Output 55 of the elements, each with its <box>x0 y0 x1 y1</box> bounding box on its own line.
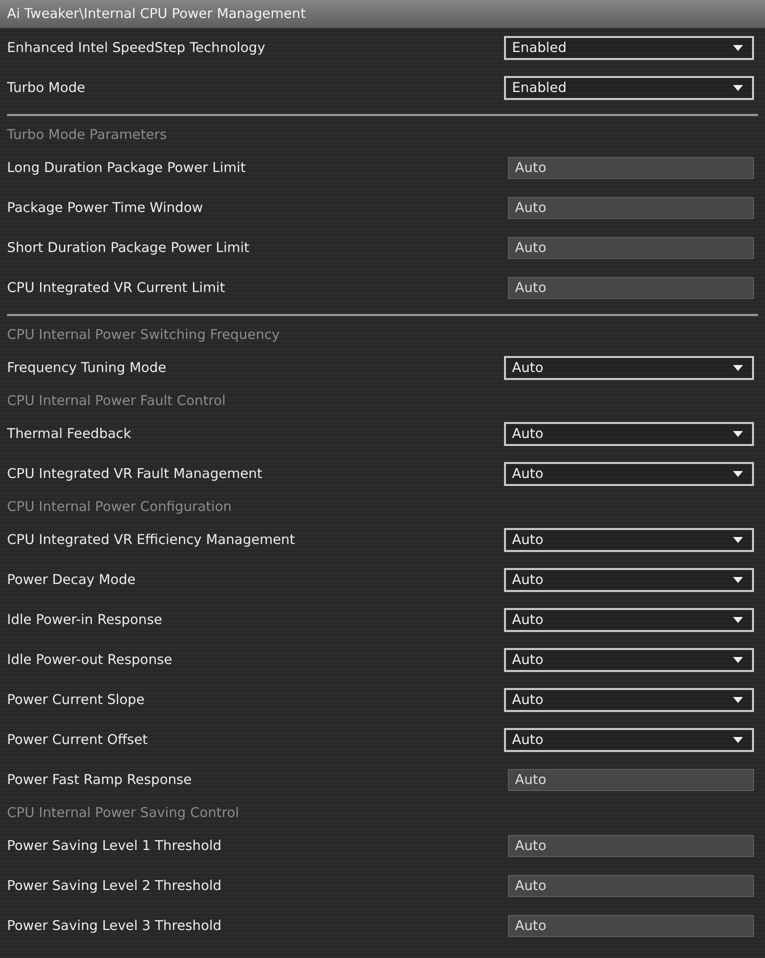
setting-label: Turbo Mode <box>7 80 86 96</box>
value-field[interactable]: Auto <box>508 157 754 179</box>
value-field[interactable]: Auto <box>508 769 754 791</box>
dropdown[interactable]: Auto <box>504 728 754 752</box>
caret-icon <box>733 471 743 477</box>
dropdown[interactable]: Auto <box>504 528 754 552</box>
setting-label: Thermal Feedback <box>7 426 132 442</box>
setting-label: Power Decay Mode <box>7 572 136 588</box>
dropdown[interactable]: Auto <box>504 568 754 592</box>
setting-label: Power Current Offset <box>7 732 148 748</box>
setting-label: CPU Integrated VR Fault Management <box>7 466 262 482</box>
setting-label: Package Power Time Window <box>7 200 203 216</box>
caret-icon <box>733 537 743 543</box>
caret-icon <box>733 365 743 371</box>
dropdown[interactable]: Enabled <box>504 76 754 100</box>
setting-label: Power Current Slope <box>7 692 145 708</box>
dropdown[interactable]: Auto <box>504 462 754 486</box>
dropdown[interactable]: Auto <box>504 422 754 446</box>
window-title: Ai Tweaker\Internal CPU Power Management <box>0 0 765 28</box>
value-field[interactable]: Auto <box>508 875 754 897</box>
dropdown[interactable]: Auto <box>504 608 754 632</box>
value-field[interactable]: Auto <box>508 835 754 857</box>
caret-icon <box>733 577 743 583</box>
value-field[interactable]: Auto <box>508 237 754 259</box>
setting-label: Idle Power-out Response <box>7 652 172 668</box>
value-field[interactable]: Auto <box>508 197 754 219</box>
setting-label: CPU Integrated VR Efficiency Management <box>7 532 295 548</box>
setting-label: Enhanced Intel SpeedStep Technology <box>7 40 266 56</box>
setting-label: Power Fast Ramp Response <box>7 772 192 788</box>
value-field[interactable]: Auto <box>508 277 754 299</box>
caret-icon <box>733 737 743 743</box>
section-heading: CPU Internal Power Switching Frequency <box>6 326 281 345</box>
setting-label: Power Saving Level 2 Threshold <box>7 878 222 894</box>
section-heading: Turbo Mode Parameters <box>6 126 168 145</box>
value-field[interactable]: Auto <box>508 915 754 937</box>
setting-label: Short Duration Package Power Limit <box>7 240 250 256</box>
setting-label: Power Saving Level 3 Threshold <box>7 918 222 934</box>
section-heading: CPU Internal Power Configuration <box>6 498 233 517</box>
section-heading: CPU Internal Power Fault Control <box>6 392 227 411</box>
setting-label: CPU Integrated VR Current Limit <box>7 280 226 296</box>
caret-icon <box>733 45 743 51</box>
setting-label: Power Saving Level 1 Threshold <box>7 838 222 854</box>
dropdown[interactable]: Enabled <box>504 36 754 60</box>
setting-label: Idle Power-in Response <box>7 612 162 628</box>
dropdown[interactable]: Auto <box>504 648 754 672</box>
setting-label: Frequency Tuning Mode <box>7 360 166 376</box>
section-heading: CPU Internal Power Saving Control <box>6 804 240 823</box>
caret-icon <box>733 85 743 91</box>
setting-label: Long Duration Package Power Limit <box>7 160 246 176</box>
dropdown[interactable]: Auto <box>504 356 754 380</box>
dropdown[interactable]: Auto <box>504 688 754 712</box>
caret-icon <box>733 431 743 437</box>
caret-icon <box>733 657 743 663</box>
caret-icon <box>733 697 743 703</box>
caret-icon <box>733 617 743 623</box>
